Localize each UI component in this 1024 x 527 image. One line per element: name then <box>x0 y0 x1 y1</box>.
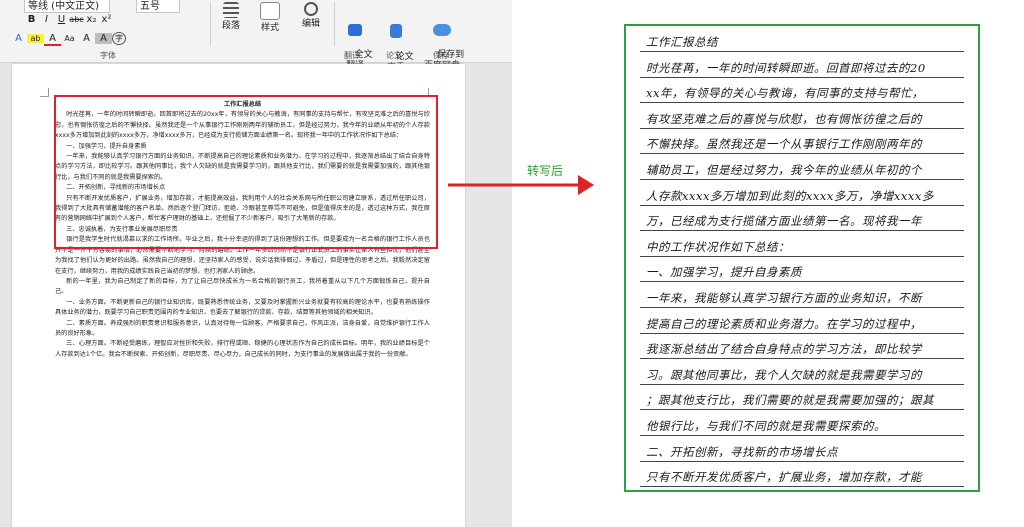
styles-button[interactable]: 样式 <box>253 2 287 34</box>
handwritten-title: 工作汇报总结 <box>646 35 718 49</box>
handwritten-line: 辅助员工，但是经过努力，我今年的业绩从年初的个 <box>646 163 922 177</box>
ruled-line <box>640 76 964 78</box>
handwritten-line: 人存款xxxx多万增加到此刻的xxxx多万，净增xxxx多 <box>646 188 934 203</box>
bold-button[interactable]: B <box>24 14 39 25</box>
ruled-line <box>640 460 964 462</box>
group-paper-label: 论文 <box>386 51 402 60</box>
handwritten-line: 时光荏苒，一年的时间转瞬即逝。回首即将过去的20 <box>646 60 926 75</box>
handwritten-line: 他银行比，与我们不同的就是我需要探索的。 <box>646 419 886 433</box>
font-size-box[interactable]: 五号 <box>136 0 180 13</box>
handwritten-line: 一年来，我能够认真学习银行方面的业务知识，不断 <box>646 291 922 305</box>
handwritten-line: 有攻坚克难之后的喜悦与欣慰，也有惆怅彷徨之后的 <box>646 111 922 126</box>
text-effects-button[interactable]: A <box>10 33 27 44</box>
char-shading-button[interactable]: A <box>95 33 112 44</box>
translate-icon <box>348 24 362 36</box>
styles-label: 样式 <box>260 23 279 33</box>
styles-icon <box>260 2 280 20</box>
font-color-button[interactable]: A <box>44 33 61 46</box>
ruled-line <box>640 51 964 52</box>
handwritten-line: ；跟其他支行比，我们需要的就是我需要加强的；跟其 <box>646 393 934 408</box>
selection-highlight-box <box>54 95 438 249</box>
ruled-line <box>640 383 964 385</box>
handwritten-line: 习。跟其他同事比，我个人欠缺的就是我需要学习的 <box>646 367 922 382</box>
ruled-line <box>640 255 964 257</box>
ruled-line <box>640 179 964 180</box>
ruled-line <box>640 281 964 283</box>
paragraph-label: 段落 <box>221 21 240 31</box>
handwritten-line: 万，已经成为支行揽储方面业绩第一名。现将我一年 <box>646 214 922 229</box>
handwritten-line: 提高自己的理论素质和业务潜力。在学习的过程中， <box>646 316 922 331</box>
separator <box>334 2 335 46</box>
format-row-2: Aab A Aa A A 字 <box>10 32 126 46</box>
ruled-line <box>640 307 964 308</box>
paragraph-icon <box>223 2 239 18</box>
ruled-line <box>640 358 964 360</box>
underline-button[interactable]: U <box>54 14 69 25</box>
cloud-save-icon <box>433 24 451 36</box>
search-icon <box>304 2 318 16</box>
handwritten-line: 只有不断开发优质客户，扩展业务，增加存款，才能 <box>646 470 922 485</box>
word-window: 等线 (中文正文) 五号 B I Uabc x₂ x² Aab A Aa A A 字 字体 段落 … <box>0 0 512 527</box>
ruled-line <box>640 153 964 155</box>
edit-label: 编辑 <box>301 19 320 29</box>
ruled-line <box>640 435 964 436</box>
paragraph: 一、业务方面。不断更新自己的银行业知识库，既要熟悉传统业务，又要及时掌握新兴业务… <box>55 298 430 317</box>
font-name-box[interactable]: 等线 (中文正文) <box>24 0 110 13</box>
paragraph: 三、心理方面。不断经受磨练，理智应对挫折和失败，排行程或顺、稳健的心理状态作为自… <box>55 340 430 358</box>
group-save-label: 保存 <box>433 51 449 60</box>
italic-button[interactable]: I <box>39 14 54 25</box>
ruled-line <box>640 486 964 488</box>
margin-mark <box>40 88 49 97</box>
edit-button[interactable]: 编辑 <box>294 2 328 30</box>
ribbon: 等线 (中文正文) 五号 B I Uabc x₂ x² Aab A Aa A A 字 字体 段落 … <box>0 0 512 73</box>
paragraph: 新的一年里，我为自己制定了新的目标，为了让自己尽快成长为一名合格的银行员工，我将… <box>55 277 430 296</box>
grow-font-button[interactable]: A <box>78 33 95 44</box>
ruled-line <box>640 102 964 104</box>
handwritten-line: 中的工作状况作如下总结： <box>646 239 790 254</box>
document-check-icon <box>390 24 402 38</box>
group-font-label: 字体 <box>100 51 116 60</box>
subscript-button[interactable]: x₂ <box>84 14 99 25</box>
ruled-line <box>640 230 964 232</box>
separator <box>210 2 211 46</box>
ruled-line <box>640 127 964 129</box>
handwritten-page: 工作汇报总结时光荏苒，一年的时间转瞬即逝。回首即将过去的20 xx年，有领导的关心… <box>624 24 980 492</box>
handwritten-line: 我逐渐总结出了结合自身特点的学习方法，即比较学 <box>646 342 922 357</box>
ruled-line <box>640 204 964 206</box>
handwritten-line: 不懈抉择。虽然我还是一个从事银行工作刚刚两年的 <box>646 137 922 152</box>
enclose-char-button[interactable]: 字 <box>112 32 126 45</box>
group-translate-label: 翻译 <box>344 51 360 60</box>
ruled-line <box>640 332 964 334</box>
arrow-right-icon <box>448 175 594 195</box>
handwritten-line: 一、加强学习，提升自身素质 <box>646 265 802 280</box>
handwritten-line: xx年，有领导的关心与教诲，有同事的支持与帮忙， <box>646 86 924 101</box>
paragraph-button[interactable]: 段落 <box>214 2 248 32</box>
paragraph: 二、素质方面。养成强烈的职责意识和服务意识，认真对待每一位顾客。严格要求自己，作… <box>55 319 430 337</box>
strikethrough-button[interactable]: abc <box>69 15 84 24</box>
superscript-button[interactable]: x² <box>99 14 114 25</box>
handwritten-line: 二、开拓创新，寻找新的市场增长点 <box>646 444 838 459</box>
format-row: B I Uabc x₂ x² <box>24 14 114 28</box>
ruled-line <box>640 409 964 411</box>
change-case-button[interactable]: Aa <box>61 34 78 43</box>
highlight-button[interactable]: ab <box>27 34 44 43</box>
